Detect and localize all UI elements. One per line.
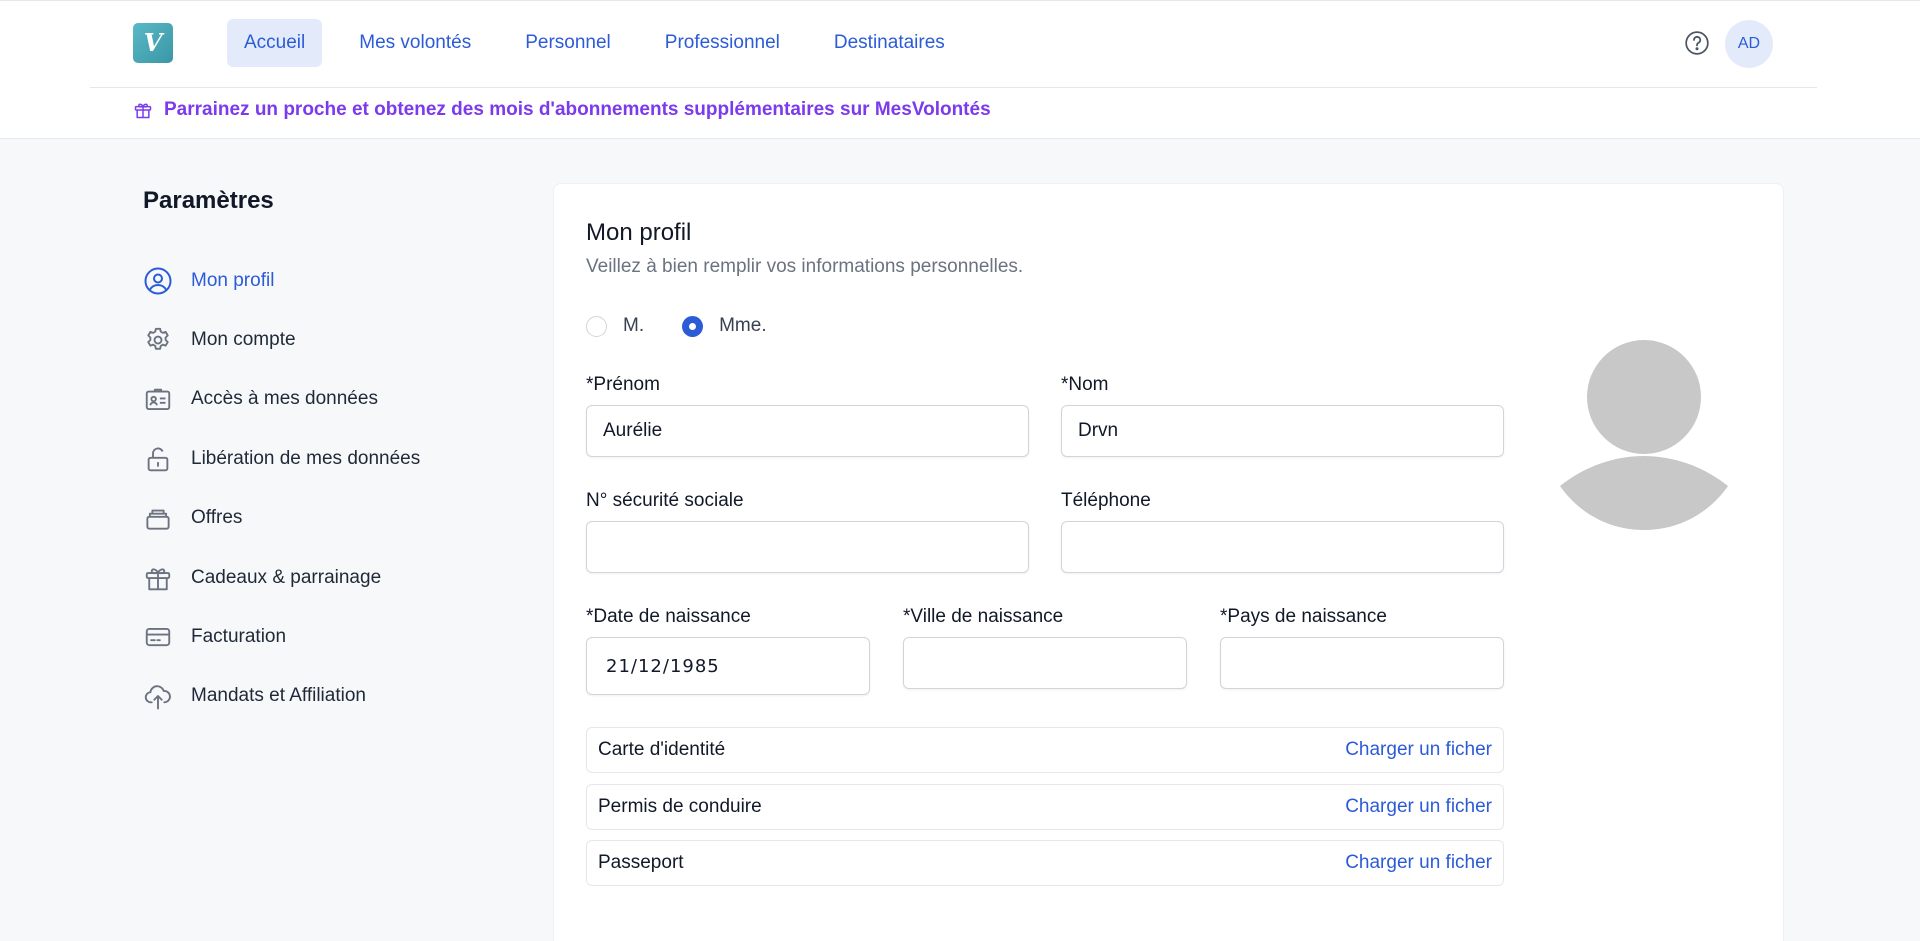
gift-icon: [143, 563, 173, 593]
ville-naissance-input[interactable]: [903, 637, 1187, 689]
pays-naissance-input[interactable]: [1220, 637, 1504, 689]
sidebar-item-label: Offres: [191, 507, 243, 529]
nav-personnel[interactable]: Personnel: [508, 19, 628, 67]
user-avatar-button[interactable]: AD: [1725, 20, 1773, 68]
sidebar-item-cadeaux-parrainage[interactable]: Cadeaux & parrainage: [143, 548, 420, 607]
app-logo[interactable]: V: [133, 23, 173, 63]
nav-accueil[interactable]: Accueil: [227, 19, 323, 67]
sidebar-item-facturation[interactable]: Facturation: [143, 607, 420, 666]
upload-permis-link[interactable]: Charger un ficher: [1345, 796, 1492, 818]
date-naissance-field-group: *Date de naissance: [586, 606, 870, 695]
logo-letter: V: [143, 28, 163, 57]
settings-title: Paramètres: [143, 187, 274, 214]
profile-subtitle: Veillez à bien remplir vos informations …: [586, 256, 1024, 277]
sidebar-item-liberation-donnees[interactable]: Libération de mes données: [143, 429, 420, 488]
prenom-field-group: *Prénom: [586, 374, 1029, 457]
nom-input[interactable]: [1061, 405, 1504, 457]
prenom-label: *Prénom: [586, 374, 660, 395]
document-row-carte-identite: Carte d'identité Charger un ficher: [586, 727, 1504, 773]
sidebar-item-label: Mon profil: [191, 269, 275, 291]
date-naissance-input[interactable]: [586, 637, 870, 695]
radio-m-label[interactable]: M.: [623, 315, 644, 337]
radio-mme[interactable]: [682, 315, 704, 337]
sidebar-item-label: Facturation: [191, 626, 287, 648]
pays-naissance-label: *Pays de naissance: [1220, 606, 1387, 627]
nav-destinataires[interactable]: Destinataires: [817, 19, 962, 67]
referral-banner[interactable]: Parrainez un proche et obtenez des mois …: [133, 99, 991, 121]
sidebar-item-acces-donnees[interactable]: Accès à mes données: [143, 370, 420, 429]
lock-open-icon: [143, 444, 173, 474]
profile-title: Mon profil: [586, 219, 692, 246]
sidebar-item-mon-profil[interactable]: Mon profil: [143, 251, 420, 310]
prenom-input[interactable]: [586, 405, 1029, 457]
secu-label: N° sécurité sociale: [586, 490, 744, 511]
document-row-permis: Permis de conduire Charger un ficher: [586, 784, 1504, 830]
sidebar-item-offres[interactable]: Offres: [143, 489, 420, 548]
sidebar-item-label: Mandats et Affiliation: [191, 685, 366, 707]
nav-professionnel[interactable]: Professionnel: [648, 19, 797, 67]
telephone-label: Téléphone: [1061, 490, 1151, 511]
sidebar-item-label: Mon compte: [191, 329, 296, 351]
gear-icon: [143, 325, 173, 355]
pays-naissance-field-group: *Pays de naissance: [1220, 606, 1504, 689]
secu-input[interactable]: [586, 521, 1029, 573]
radio-m[interactable]: [586, 315, 607, 337]
settings-sidebar: Mon profil Mon compte Accès à mes donnée…: [143, 251, 420, 726]
top-navbar: V Accueil Mes volontés Personnel Profess…: [90, 1, 1817, 88]
credit-card-icon: [143, 622, 173, 652]
radio-mme-label[interactable]: Mme.: [719, 315, 767, 337]
civility-radio-group: M. Mme.: [586, 315, 805, 337]
profile-card: Mon profil Veillez à bien remplir vos in…: [553, 183, 1784, 941]
date-naissance-label: *Date de naissance: [586, 606, 751, 627]
document-row-passeport: Passeport Charger un ficher: [586, 840, 1504, 886]
upload-passeport-link[interactable]: Charger un ficher: [1345, 852, 1492, 874]
document-label: Passeport: [598, 852, 684, 873]
upload-carte-identite-link[interactable]: Charger un ficher: [1345, 739, 1492, 761]
app-header: V Accueil Mes volontés Personnel Profess…: [0, 0, 1920, 139]
secu-field-group: N° sécurité sociale: [586, 490, 1029, 573]
sidebar-item-label: Accès à mes données: [191, 388, 378, 410]
nav-mes-volontes[interactable]: Mes volontés: [342, 19, 488, 67]
sidebar-item-mandats-affiliation[interactable]: Mandats et Affiliation: [143, 667, 420, 726]
referral-banner-text: Parrainez un proche et obtenez des mois …: [164, 99, 991, 120]
ville-naissance-label: *Ville de naissance: [903, 606, 1064, 627]
nom-field-group: *Nom: [1061, 374, 1504, 457]
ville-naissance-field-group: *Ville de naissance: [903, 606, 1187, 689]
nom-label: *Nom: [1061, 374, 1109, 395]
stack-icon: [143, 503, 173, 533]
document-label: Carte d'identité: [598, 739, 726, 760]
document-label: Permis de conduire: [598, 796, 762, 817]
cloud-upload-icon: [143, 681, 173, 711]
id-card-icon: [143, 384, 173, 414]
sidebar-item-mon-compte[interactable]: Mon compte: [143, 310, 420, 369]
profile-avatar-placeholder[interactable]: [1560, 340, 1730, 530]
gift-icon: [134, 103, 152, 119]
user-circle-icon: [143, 266, 173, 296]
telephone-field-group: Téléphone: [1061, 490, 1504, 573]
sidebar-item-label: Libération de mes données: [191, 447, 421, 469]
telephone-input[interactable]: [1061, 521, 1504, 573]
main-nav: Accueil Mes volontés Personnel Professio…: [227, 19, 982, 67]
sidebar-item-label: Cadeaux & parrainage: [191, 566, 382, 588]
question-circle-icon[interactable]: [1684, 30, 1710, 56]
